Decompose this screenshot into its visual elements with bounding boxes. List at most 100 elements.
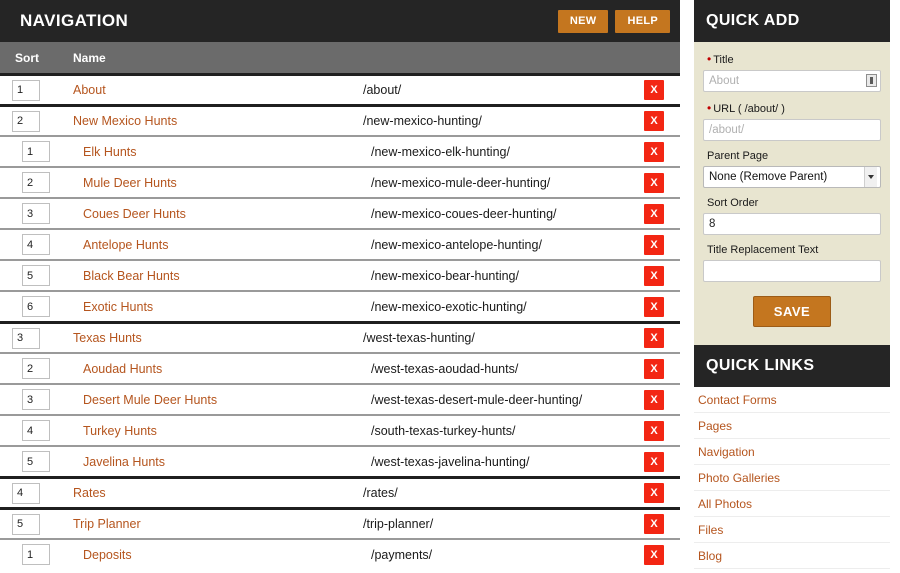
- delete-button[interactable]: X: [644, 358, 664, 379]
- nav-item-link[interactable]: Turkey Hunts: [73, 424, 363, 438]
- delete-button[interactable]: X: [644, 420, 664, 441]
- delete-button[interactable]: X: [644, 389, 664, 410]
- nav-item-link[interactable]: Exotic Hunts: [73, 300, 363, 314]
- quick-link-item[interactable]: Blog: [694, 543, 890, 569]
- sort-order-box[interactable]: 2: [22, 358, 50, 379]
- quick-link-item[interactable]: Navigation: [694, 439, 890, 465]
- title-field-label: • Title: [703, 52, 881, 66]
- delete-button[interactable]: X: [644, 296, 664, 317]
- delete-button[interactable]: X: [644, 328, 664, 348]
- delete-button[interactable]: X: [644, 111, 664, 131]
- table-row: 5 Trip Planner/trip-planner/X: [0, 507, 680, 538]
- table-row: 3 Desert Mule Deer Hunts/west-texas-deser…: [0, 383, 680, 414]
- url-field-group: • URL ( /about/ ): [703, 101, 881, 141]
- sort-cell: 3: [0, 389, 73, 410]
- right-sidebar: QUICK ADD •Title •URL ( /about/ ): [694, 0, 890, 573]
- table-row: 5 Javelina Hunts/west-texas-javelina-hunt…: [0, 445, 680, 476]
- nav-item-link[interactable]: Desert Mule Deer Hunts: [73, 393, 363, 407]
- nav-item-link[interactable]: About: [73, 83, 363, 97]
- parent-page-select[interactable]: None (Remove Parent): [703, 166, 881, 188]
- sort-order-box[interactable]: 1: [22, 141, 50, 162]
- nav-item-url: /trip-planner/: [363, 517, 434, 531]
- quick-links-list: Contact Forms Pages Navigation Photo Galler…: [694, 387, 890, 573]
- sort-order-box[interactable]: 2: [12, 110, 40, 132]
- url-label-text: URL ( /about/ ): [713, 103, 785, 115]
- delete-cell: X: [628, 234, 680, 255]
- nav-item-link[interactable]: Deposits: [73, 548, 363, 562]
- nav-item-link[interactable]: Antelope Hunts: [73, 238, 363, 252]
- title-label-text: Title: [713, 54, 734, 66]
- nav-item-link[interactable]: Rates: [73, 486, 363, 500]
- nav-item-url: /new-mexico-hunting/: [363, 114, 482, 128]
- sort-order-box[interactable]: 5: [12, 513, 40, 535]
- sort-order-box[interactable]: 4: [22, 420, 50, 441]
- delete-button[interactable]: X: [644, 265, 664, 286]
- delete-cell: X: [628, 544, 680, 565]
- help-button[interactable]: HELP: [615, 9, 670, 33]
- nav-item-link[interactable]: Elk Hunts: [73, 145, 363, 159]
- nav-item-link[interactable]: Black Bear Hunts: [73, 269, 363, 283]
- sort-cell: 3: [0, 203, 73, 224]
- delete-button[interactable]: X: [644, 514, 664, 534]
- nav-item-url: /new-mexico-elk-hunting/: [371, 144, 510, 159]
- url-input[interactable]: [703, 119, 881, 141]
- nav-item-link[interactable]: Aoudad Hunts: [73, 362, 363, 376]
- sort-order-box[interactable]: 1: [22, 544, 50, 565]
- sort-order-box[interactable]: 3: [22, 389, 50, 410]
- delete-button[interactable]: X: [644, 234, 664, 255]
- delete-cell: X: [628, 483, 680, 503]
- sort-order-input[interactable]: [703, 213, 881, 235]
- delete-button[interactable]: X: [644, 483, 664, 503]
- delete-button[interactable]: X: [644, 172, 664, 193]
- sort-order-box[interactable]: 1: [12, 79, 40, 101]
- new-button[interactable]: NEW: [557, 9, 609, 33]
- nav-item-url: /new-mexico-coues-deer-hunting/: [371, 206, 557, 221]
- sort-order-box[interactable]: 3: [12, 327, 40, 349]
- sort-order-box[interactable]: 3: [22, 203, 50, 224]
- delete-cell: X: [628, 141, 680, 162]
- title-replacement-input[interactable]: [703, 260, 881, 282]
- table-row: 2 Mule Deer Hunts/new-mexico-mule-deer-hu…: [0, 166, 680, 197]
- table-row: 1 Elk Hunts/new-mexico-elk-hunting/X: [0, 135, 680, 166]
- title-replacement-field-group: Title Replacement Text: [703, 244, 881, 282]
- delete-button[interactable]: X: [644, 451, 664, 472]
- table-row: 2 Aoudad Hunts/west-texas-aoudad-hunts/X: [0, 352, 680, 383]
- delete-button[interactable]: X: [644, 80, 664, 100]
- parent-page-selected-value: None (Remove Parent): [709, 171, 828, 183]
- delete-button[interactable]: X: [644, 203, 664, 224]
- sort-order-box[interactable]: 5: [22, 451, 50, 472]
- delete-cell: X: [628, 514, 680, 534]
- nav-item-link[interactable]: Mule Deer Hunts: [73, 176, 363, 190]
- nav-item-url: /west-texas-javelina-hunting/: [371, 454, 530, 469]
- nav-item-link[interactable]: Trip Planner: [73, 517, 363, 531]
- quick-add-title: QUICK ADD: [706, 12, 800, 29]
- nav-item-link[interactable]: Javelina Hunts: [73, 455, 363, 469]
- delete-cell: X: [628, 451, 680, 472]
- sort-order-box[interactable]: 4: [12, 482, 40, 504]
- delete-button[interactable]: X: [644, 544, 664, 565]
- nav-item-link[interactable]: Texas Hunts: [73, 331, 363, 345]
- quick-link-item[interactable]: Files: [694, 517, 890, 543]
- title-input[interactable]: [703, 70, 881, 92]
- sort-cell: 1: [0, 544, 73, 565]
- quick-link-item[interactable]: Photo Galleries: [694, 465, 890, 491]
- sort-order-label: Sort Order: [707, 197, 759, 209]
- quick-link-item[interactable]: All Photos: [694, 491, 890, 517]
- quick-links-panel: QUICK LINKS Contact Forms Pages Navigation…: [694, 345, 890, 573]
- nav-item-link[interactable]: New Mexico Hunts: [73, 114, 363, 128]
- delete-button[interactable]: X: [644, 141, 664, 162]
- delete-cell: X: [628, 389, 680, 410]
- nav-item-url: /new-mexico-exotic-hunting/: [371, 299, 527, 314]
- sort-order-box[interactable]: 4: [22, 234, 50, 255]
- quick-link-item[interactable]: Pages: [694, 413, 890, 439]
- nav-item-link[interactable]: Coues Deer Hunts: [73, 207, 363, 221]
- quick-link-item[interactable]: Video: [694, 569, 890, 573]
- table-row: 4 Antelope Hunts/new-mexico-antelope-hunt…: [0, 228, 680, 259]
- chevron-down-icon: [864, 167, 877, 187]
- sort-order-box[interactable]: 5: [22, 265, 50, 286]
- sort-order-box[interactable]: 6: [22, 296, 50, 317]
- nav-item-url: /new-mexico-antelope-hunting/: [371, 237, 542, 252]
- quick-link-item[interactable]: Contact Forms: [694, 387, 890, 413]
- save-button[interactable]: SAVE: [752, 296, 832, 327]
- sort-order-box[interactable]: 2: [22, 172, 50, 193]
